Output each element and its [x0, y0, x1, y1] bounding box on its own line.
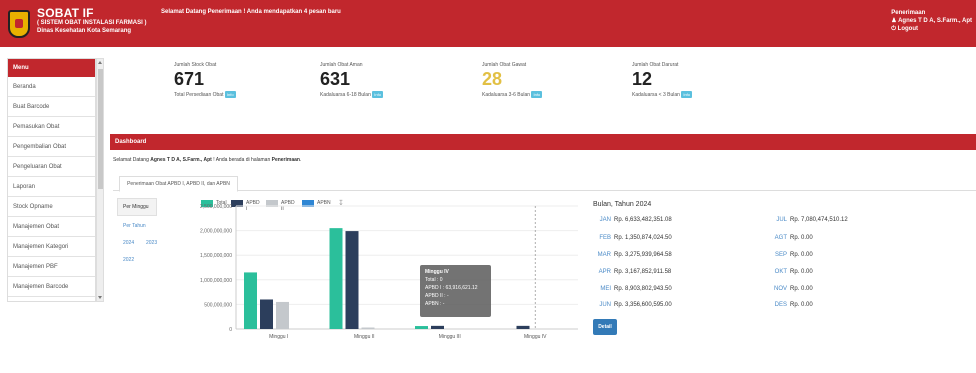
y-tick-label: 2,500,000,000: [200, 204, 232, 210]
month-label: JUL: [776, 217, 787, 223]
month-row: SEP Rp. 0.00: [769, 252, 813, 258]
bar-apbd-i: [516, 325, 530, 329]
month-row: JUN Rp. 3,356,600,595.00: [593, 302, 672, 308]
tooltip-line-apbd2: APBD II : -: [425, 293, 449, 299]
tooltip-line-apbd1: APBD I : 63,916,621.12: [425, 285, 478, 291]
bar-apbd-i: [260, 299, 273, 329]
month-value: Rp. 8,903,802,943.50: [614, 286, 672, 292]
month-value: Rp. 0.00: [790, 286, 813, 292]
month-label: AGT: [774, 235, 787, 241]
month-row: MEI Rp. 8,903,802,943.50: [593, 286, 672, 292]
month-row: MAR Rp. 3,275,939,964.58: [593, 252, 672, 258]
month-value: Rp. 0.00: [790, 302, 813, 308]
tooltip-title: Minggu IV: [425, 269, 449, 275]
month-label: FEB: [599, 235, 611, 241]
month-row: OKT Rp. 0.00: [769, 269, 813, 275]
chart-tooltip: Minggu IV Total : 0 APBD I : 63,916,621.…: [420, 265, 491, 317]
bar-apbd-ii: [361, 327, 375, 329]
month-label: SEP: [774, 252, 787, 258]
month-value: Rp. 0.00: [790, 269, 813, 275]
tooltip-line-total: Total : 0: [425, 277, 443, 283]
bar-total: [244, 272, 257, 329]
bar-apbd-i: [345, 231, 359, 329]
month-label: NOV: [773, 286, 787, 292]
bar-total: [329, 228, 343, 329]
month-label: MEI: [600, 286, 611, 292]
month-value: Rp. 0.00: [790, 252, 813, 258]
month-label: JAN: [599, 217, 611, 223]
month-row: APR Rp. 3,167,852,911.58: [593, 269, 672, 275]
month-value: Rp. 7,080,474,510.12: [790, 217, 848, 223]
y-tick-label: 1,500,000,000: [200, 253, 232, 259]
month-label: OKT: [774, 269, 787, 275]
month-label: MAR: [597, 252, 611, 258]
bar-apbd-i: [431, 325, 444, 329]
month-row: DES Rp. 0.00: [769, 302, 813, 308]
month-label: APR: [598, 269, 611, 275]
summary-title: Bulan, Tahun 2024: [593, 201, 652, 208]
month-value: Rp. 3,167,852,911.58: [614, 269, 672, 275]
x-tick-label: Minggu III: [439, 334, 461, 340]
x-tick-label: Minggu I: [269, 334, 288, 340]
month-row: JAN Rp. 6,633,482,351.08: [593, 217, 672, 223]
y-tick-label: 1,000,000,000: [200, 278, 232, 284]
month-row: NOV Rp. 0.00: [769, 286, 813, 292]
month-label: JUN: [599, 302, 611, 308]
month-value: Rp. 0.00: [790, 235, 813, 241]
detail-button[interactable]: Detail: [593, 319, 617, 335]
bar-total: [415, 326, 428, 329]
bar-apbd-ii: [276, 301, 289, 329]
month-value: Rp. 3,356,600,595.00: [614, 302, 672, 308]
month-row: JUL Rp. 7,080,474,510.12: [769, 217, 848, 223]
bar-chart: 0 500,000,000 1,000,000,000 1,500,000,000 2,…: [200, 204, 578, 340]
month-value: Rp. 1,350,874,024.50: [614, 235, 672, 241]
x-tick-label: Minggu II: [354, 334, 375, 340]
y-tick-label: 500,000,000: [204, 302, 232, 308]
month-row: FEB Rp. 1,350,874,024.50: [593, 235, 672, 241]
y-tick-label: 0: [229, 327, 232, 333]
y-tick-label: 2,000,000,000: [200, 229, 232, 235]
month-label: DES: [774, 302, 787, 308]
tooltip-line-apbn: APBN : -: [425, 301, 445, 307]
month-row: AGT Rp. 0.00: [769, 235, 813, 241]
month-value: Rp. 3,275,939,964.58: [614, 252, 672, 258]
x-tick-label: Minggu IV: [524, 334, 547, 340]
month-value: Rp. 6,633,482,351.08: [614, 217, 672, 223]
